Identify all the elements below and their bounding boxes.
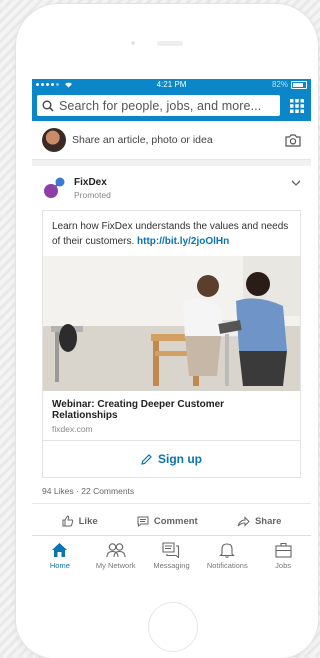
share-box[interactable]: Share an article, photo or idea — [32, 121, 311, 160]
share-label: Share — [254, 515, 282, 527]
webinar-domain: fixdex.com — [52, 424, 93, 434]
tab-messaging-label: Messaging — [153, 561, 190, 570]
comments-count[interactable]: 22 Comments — [81, 486, 134, 496]
like-button[interactable]: Like — [62, 515, 98, 527]
thumbs-up-icon — [62, 515, 73, 527]
home-icon — [52, 543, 68, 557]
messaging-icon — [162, 542, 180, 558]
app-screen: 4:21 PM 82% Search for people, jobs, and… — [32, 79, 311, 579]
ad-link[interactable]: http://bit.ly/2joOlHn — [137, 236, 229, 247]
feed-post: FixDex Promoted Learn how FixDex underst… — [32, 166, 311, 538]
search-input[interactable]: Search for people, jobs, and more... — [37, 95, 280, 116]
tab-my-network-label: My Network — [95, 561, 136, 570]
camera-dot — [131, 41, 135, 45]
tab-home-label: Home — [49, 561, 70, 570]
share-prompt: Share an article, photo or idea — [72, 134, 213, 146]
tab-home[interactable]: Home — [32, 536, 88, 580]
search-icon — [42, 100, 54, 112]
promoted-label: Promoted — [74, 189, 111, 200]
tab-bar: Home My Network Messaging Notifications … — [32, 535, 311, 580]
chevron-down-icon[interactable] — [291, 180, 301, 186]
fixdex-logo[interactable] — [42, 176, 66, 200]
tab-messaging[interactable]: Messaging — [144, 536, 200, 580]
avatar — [42, 128, 66, 152]
network-icon — [106, 543, 126, 558]
sign-up-button[interactable]: Sign up — [43, 440, 300, 477]
briefcase-icon — [275, 542, 292, 558]
like-label: Like — [78, 515, 98, 527]
post-actions: Like Comment Share — [42, 504, 301, 538]
comment-icon — [137, 516, 149, 527]
speaker-grille — [157, 41, 183, 46]
tab-jobs[interactable]: Jobs — [255, 536, 311, 580]
share-button[interactable]: Share — [237, 516, 281, 527]
tab-notifications-label: Notifications — [206, 561, 248, 570]
top-bar: 4:21 PM 82% Search for people, jobs, and… — [32, 79, 311, 121]
share-arrow-icon — [237, 515, 250, 527]
post-stats[interactable]: 94 Likes · 22 Comments — [32, 478, 311, 504]
ad-photo[interactable] — [43, 256, 300, 391]
tab-my-network[interactable]: My Network — [88, 536, 144, 580]
battery-percent: 82% — [271, 80, 288, 89]
pencil-icon — [141, 453, 152, 465]
camera-icon[interactable] — [285, 133, 301, 147]
webinar-info[interactable]: Webinar: Creating Deeper Customer Relati… — [43, 391, 300, 440]
home-button[interactable] — [148, 602, 198, 652]
webinar-title[interactable]: Webinar: Creating Deeper Customer Relati… — [52, 399, 291, 421]
tab-jobs-label: Jobs — [275, 561, 291, 570]
grid-icon — [290, 98, 304, 113]
sign-up-label: Sign up — [158, 452, 202, 466]
apps-grid-button[interactable] — [288, 95, 306, 116]
likes-count[interactable]: 94 Likes — [42, 486, 74, 496]
ad-content[interactable]: Learn how FixDex understands the values … — [42, 210, 301, 478]
comment-button[interactable]: Comment — [137, 516, 198, 527]
ad-photo-illustration — [43, 256, 300, 391]
bell-icon — [219, 543, 236, 558]
company-name[interactable]: FixDex — [74, 177, 111, 188]
battery-icon — [291, 80, 307, 89]
status-time: 4:21 PM — [156, 80, 187, 89]
tab-notifications[interactable]: Notifications — [199, 536, 255, 580]
comment-label: Comment — [153, 515, 198, 527]
status-bar: 4:21 PM 82% — [32, 79, 311, 92]
search-placeholder: Search for people, jobs, and more... — [59, 98, 262, 113]
